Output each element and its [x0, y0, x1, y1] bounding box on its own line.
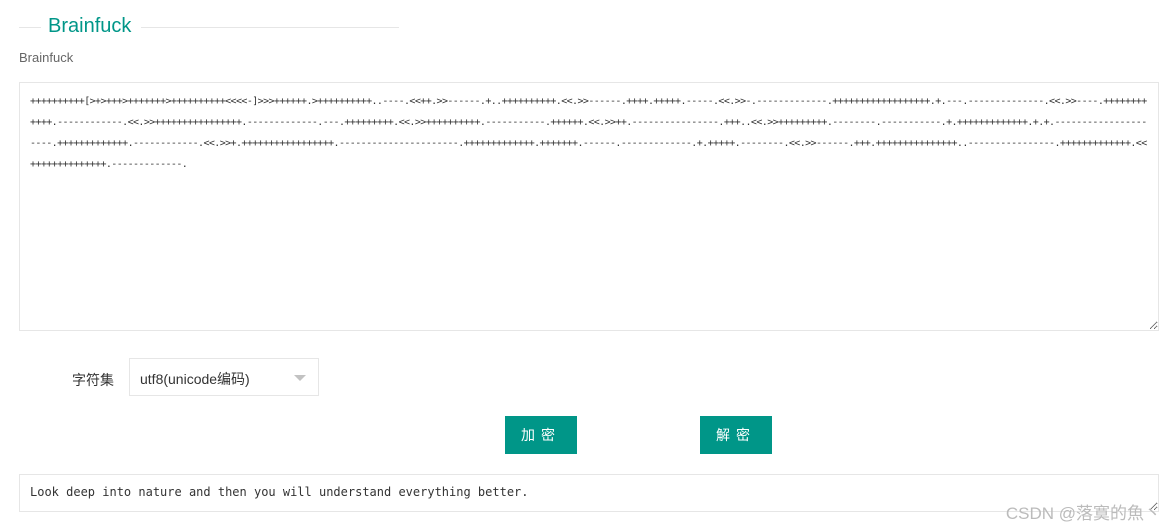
- charset-label: 字符集: [72, 372, 114, 388]
- decrypt-button[interactable]: 解密: [700, 416, 772, 454]
- dropdown-arrow-icon: [294, 375, 306, 381]
- charset-select[interactable]: utf8(unicode编码): [129, 358, 319, 396]
- encrypt-button[interactable]: 加密: [505, 416, 577, 454]
- charset-selected-value: utf8(unicode编码): [140, 371, 250, 387]
- divider: [19, 27, 41, 28]
- brainfuck-input[interactable]: ++++++++++[>+>+++>+++++++>++++++++++<<<<…: [19, 82, 1159, 331]
- output-text[interactable]: Look deep into nature and then you will …: [19, 474, 1159, 512]
- section-header: Brainfuck: [19, 14, 399, 40]
- divider: [141, 27, 399, 28]
- watermark: CSDN @落寞的魚丶: [1005, 504, 1161, 523]
- section-subtitle: Brainfuck: [19, 50, 74, 65]
- section-title: Brainfuck: [48, 15, 132, 38]
